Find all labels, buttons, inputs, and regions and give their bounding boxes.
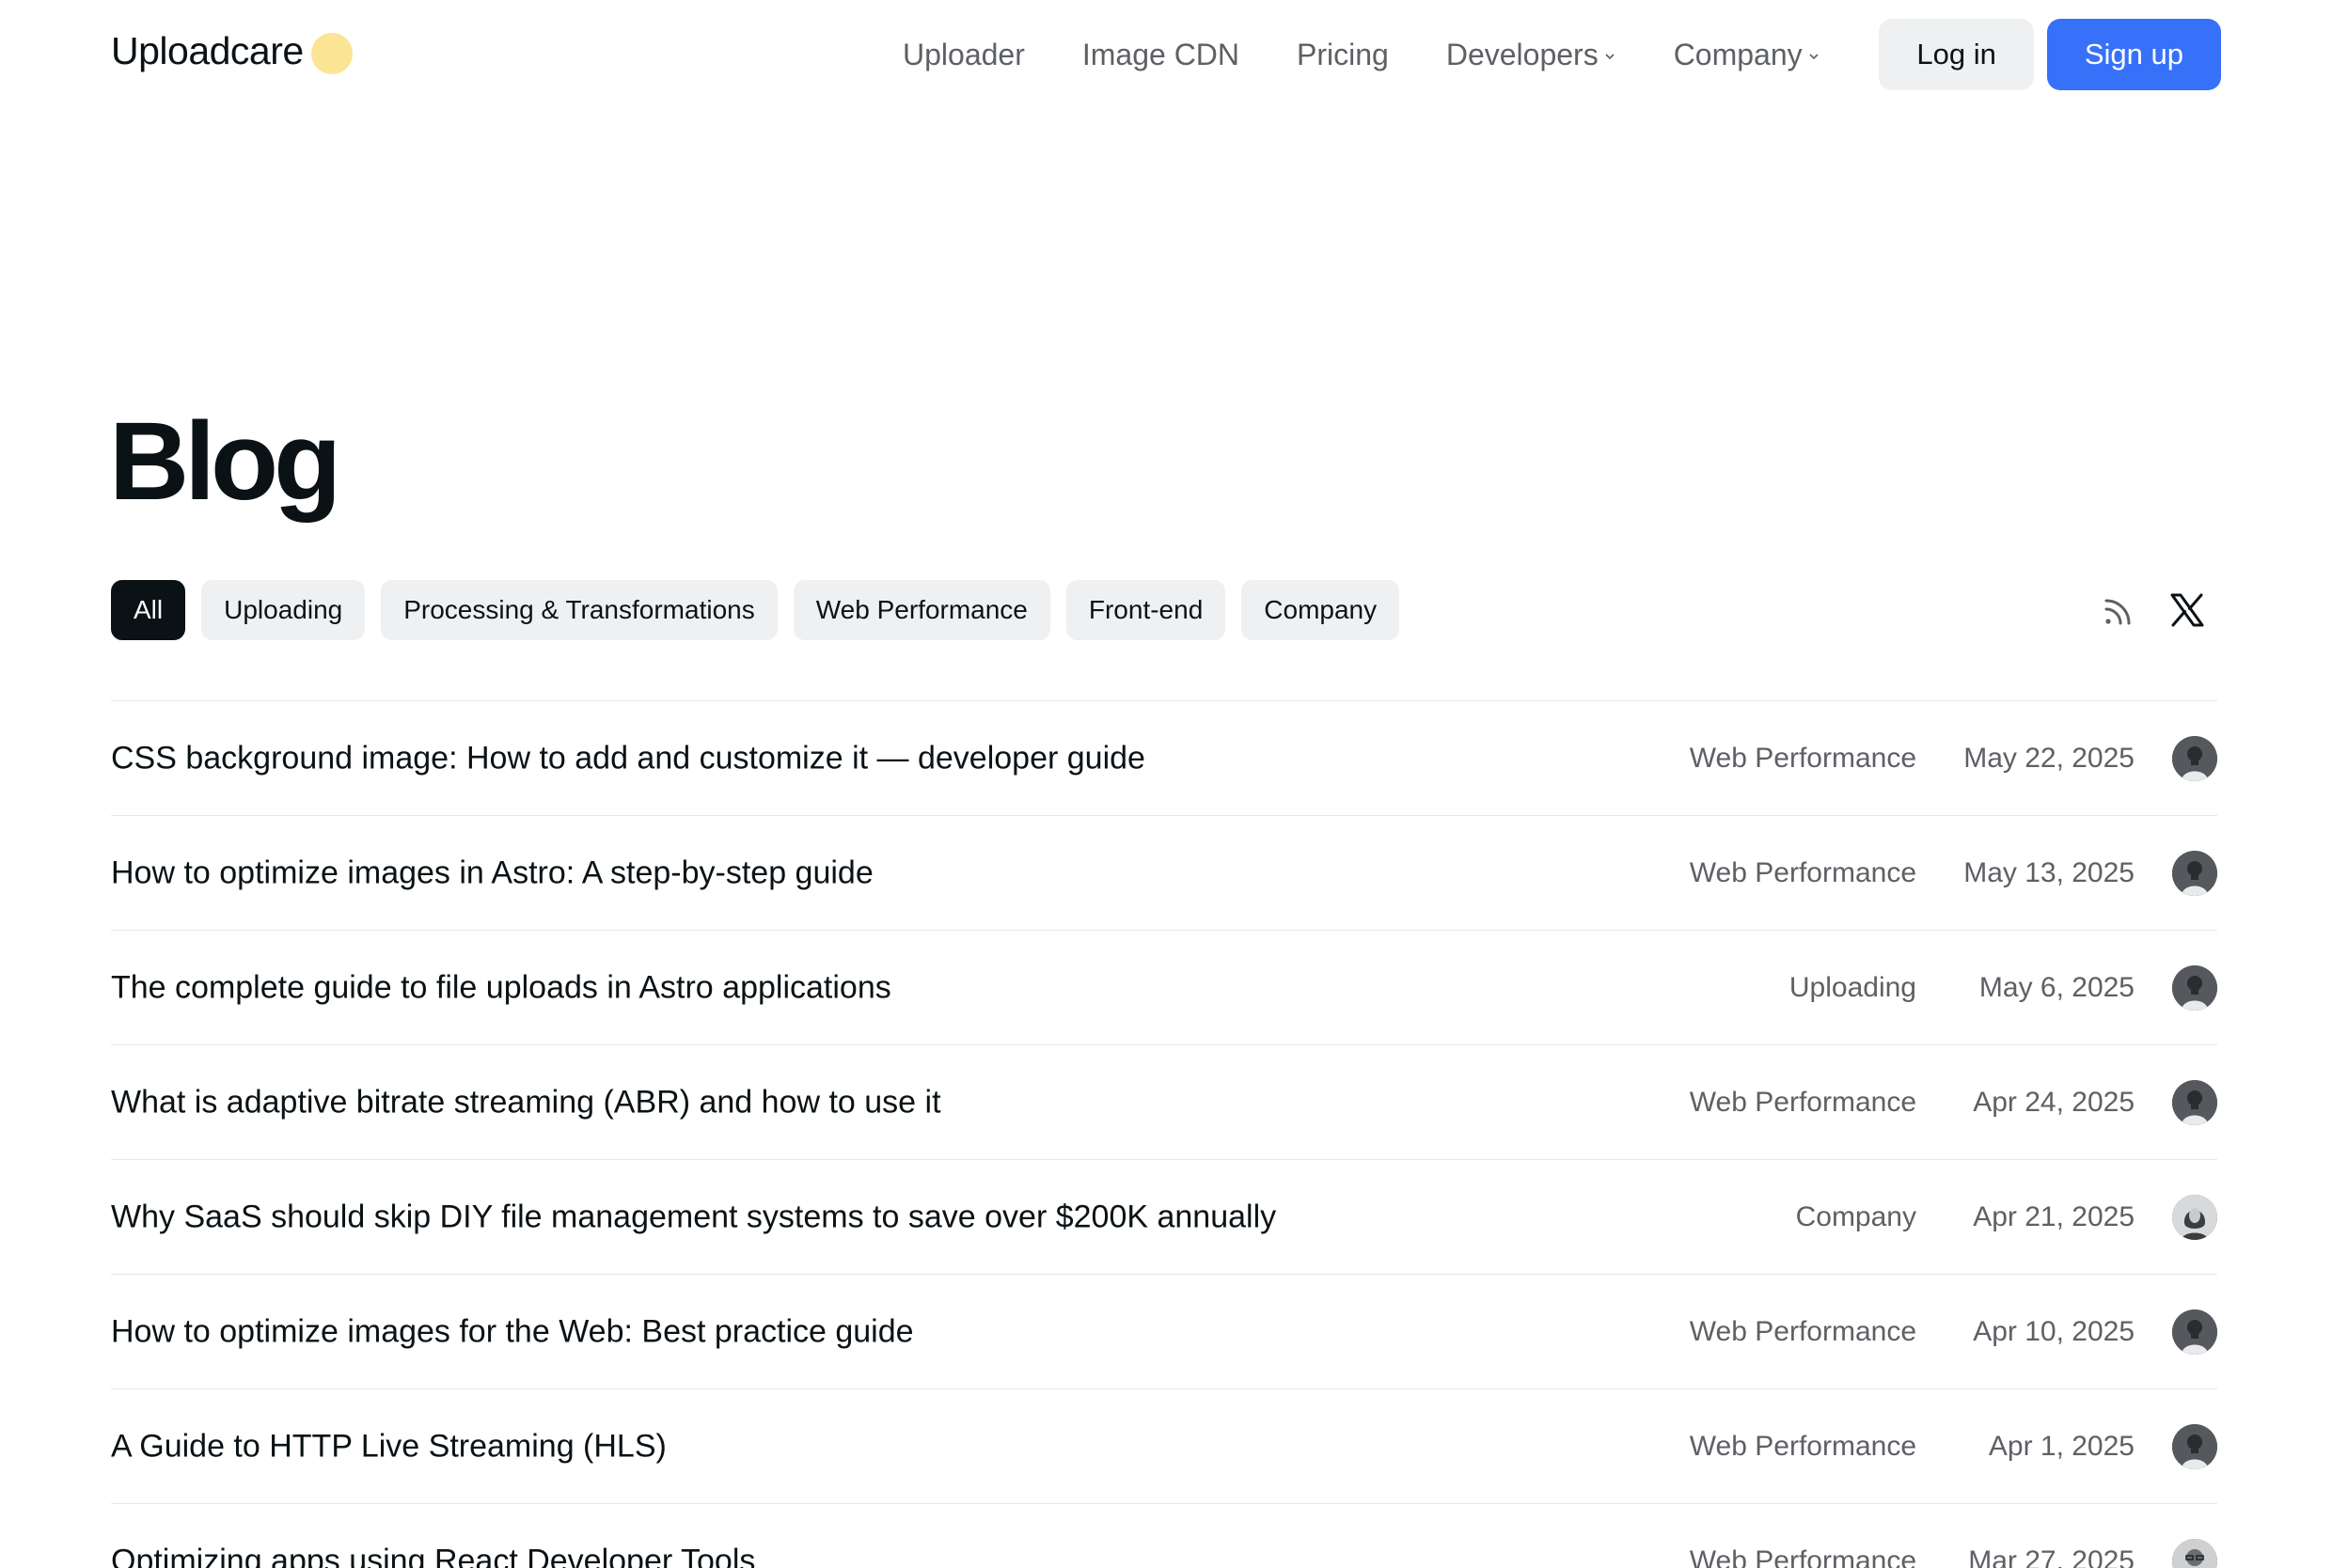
post-row[interactable]: The complete guide to file uploads in As… <box>111 930 2217 1044</box>
post-category: Web Performance <box>1689 1430 1916 1462</box>
post-row[interactable]: What is adaptive bitrate streaming (ABR)… <box>111 1044 2217 1159</box>
author-avatar <box>2172 1423 2217 1469</box>
nav-company-label: Company <box>1673 37 1803 71</box>
post-row[interactable]: How to optimize images for the Web: Best… <box>111 1274 2217 1388</box>
login-button[interactable]: Log in <box>1879 19 2034 90</box>
author-avatar <box>2172 964 2217 1011</box>
post-date: Apr 1, 2025 <box>1988 1430 2135 1462</box>
post-date: Apr 10, 2025 <box>1973 1315 2135 1347</box>
post-date: Mar 27, 2025 <box>1968 1544 2135 1568</box>
post-title[interactable]: CSS background image: How to add and cus… <box>111 740 1145 776</box>
post-title[interactable]: How to optimize images in Astro: A step-… <box>111 855 874 891</box>
author-avatar <box>2172 850 2217 896</box>
author-avatar <box>2172 1309 2217 1355</box>
x-icon[interactable] <box>2165 588 2210 633</box>
post-date: Apr 21, 2025 <box>1973 1200 2135 1232</box>
nav-uploader-label: Uploader <box>903 37 1025 71</box>
filter-web-performance[interactable]: Web Performance <box>793 580 1050 640</box>
logo[interactable]: Uploadcare <box>111 26 353 75</box>
nav-developers-label: Developers <box>1445 37 1599 71</box>
rss-icon[interactable] <box>2097 588 2142 633</box>
post-category: Web Performance <box>1689 1544 1916 1568</box>
chevron-down-icon <box>1605 54 1615 60</box>
social-links <box>2074 588 2210 633</box>
post-category: Uploading <box>1788 971 1916 1003</box>
filter-company[interactable]: Company <box>1241 580 1400 640</box>
page-title: Blog <box>109 400 341 524</box>
post-category: Company <box>1795 1200 1916 1232</box>
signup-button[interactable]: Sign up <box>2046 19 2221 90</box>
post-title[interactable]: The complete guide to file uploads in As… <box>111 969 891 1006</box>
filter-front-end[interactable]: Front-end <box>1065 580 1226 640</box>
post-category: Web Performance <box>1689 1315 1916 1347</box>
category-filters: All Uploading Processing & Transformatio… <box>111 580 1415 640</box>
post-row[interactable]: A Guide to HTTP Live Streaming (HLS) Web … <box>111 1388 2217 1503</box>
filter-all[interactable]: All <box>111 580 186 640</box>
nav-pricing[interactable]: Pricing <box>1297 38 1389 72</box>
post-title[interactable]: How to optimize images for the Web: Best… <box>111 1313 914 1350</box>
author-avatar <box>2172 1538 2217 1568</box>
filter-processing-transformations[interactable]: Processing & Transformations <box>381 580 778 640</box>
author-avatar <box>2172 1194 2217 1240</box>
nav-company[interactable]: Company <box>1674 38 1820 72</box>
site-header: Uploadcare Uploader Image CDN Pricing De… <box>0 0 2332 111</box>
auth-buttons: Log in Sign up <box>1879 19 2221 90</box>
post-title[interactable]: A Guide to HTTP Live Streaming (HLS) <box>111 1428 667 1465</box>
post-date: May 22, 2025 <box>1963 742 2135 774</box>
filter-uploading[interactable]: Uploading <box>201 580 366 640</box>
nav-uploader[interactable]: Uploader <box>903 38 1025 72</box>
post-title[interactable]: Why SaaS should skip DIY file management… <box>111 1199 1276 1235</box>
post-date: May 6, 2025 <box>1978 971 2135 1003</box>
nav-pricing-label: Pricing <box>1297 37 1389 71</box>
nav-developers[interactable]: Developers <box>1446 38 1616 72</box>
post-list: CSS background image: How to add and cus… <box>111 700 2217 1568</box>
nav-image-cdn-label: Image CDN <box>1081 37 1240 71</box>
post-category: Web Performance <box>1689 1086 1916 1118</box>
post-row[interactable]: Why SaaS should skip DIY file management… <box>111 1159 2217 1274</box>
post-title[interactable]: What is adaptive bitrate streaming (ABR)… <box>111 1084 941 1121</box>
author-avatar <box>2172 1079 2217 1125</box>
post-row[interactable]: CSS background image: How to add and cus… <box>111 700 2217 815</box>
post-category: Web Performance <box>1689 742 1916 774</box>
chevron-down-icon <box>1809 54 1819 60</box>
main-nav: Uploader Image CDN Pricing Developers Co… <box>903 32 1820 77</box>
logo-dot-icon <box>310 33 353 74</box>
post-row[interactable]: Optimizing apps using React Developer To… <box>111 1503 2217 1568</box>
post-category: Web Performance <box>1689 856 1916 888</box>
logo-text: Uploadcare <box>111 28 304 72</box>
post-date: May 13, 2025 <box>1963 856 2135 888</box>
post-row[interactable]: How to optimize images in Astro: A step-… <box>111 815 2217 930</box>
blog-page: Uploadcare Uploader Image CDN Pricing De… <box>0 0 2332 1568</box>
author-avatar <box>2172 735 2217 781</box>
nav-image-cdn[interactable]: Image CDN <box>1082 38 1239 72</box>
post-title[interactable]: Optimizing apps using React Developer To… <box>111 1543 755 1568</box>
post-date: Apr 24, 2025 <box>1973 1086 2135 1118</box>
